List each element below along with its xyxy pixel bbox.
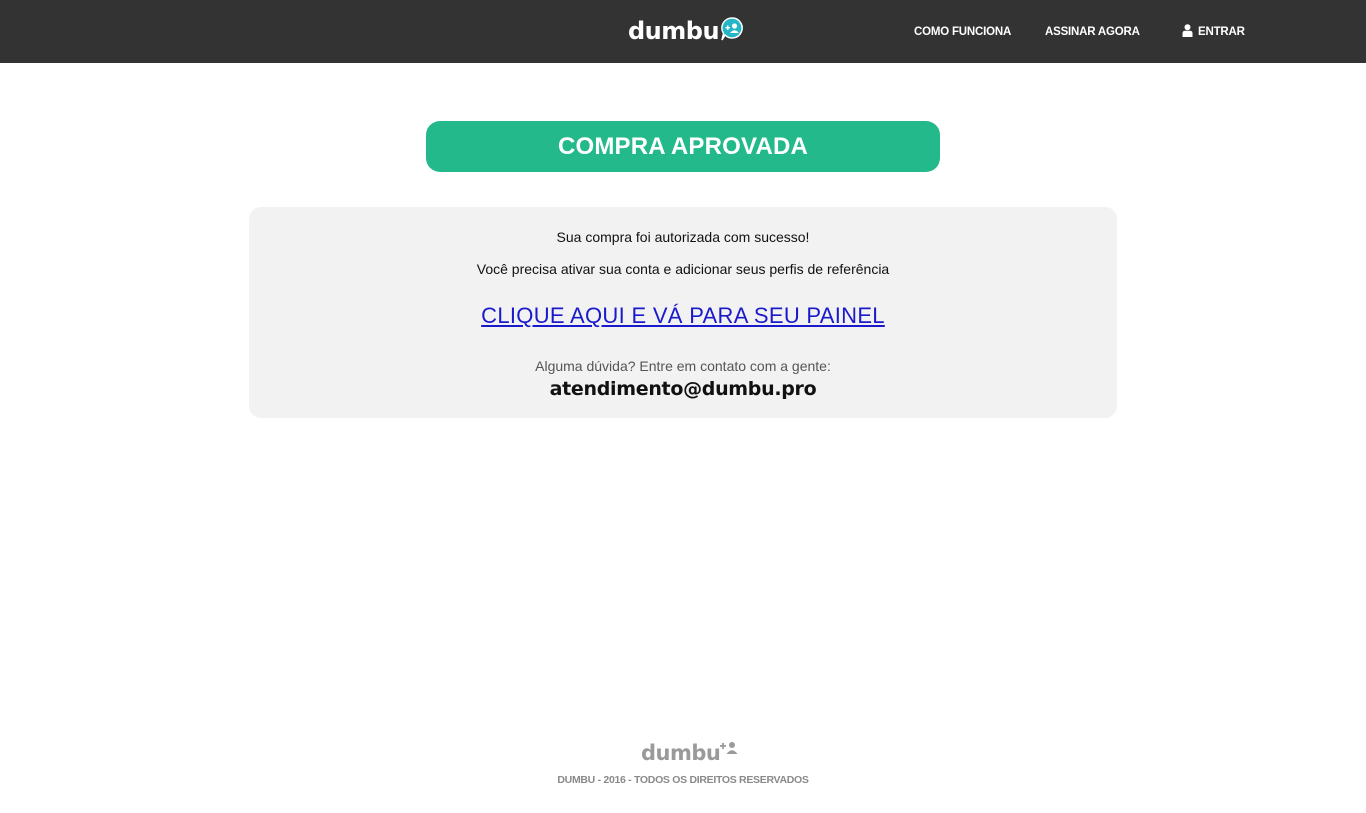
nav-entrar[interactable]: ENTRAR: [1182, 0, 1245, 63]
add-user-bubble-icon: [720, 16, 744, 47]
add-user-icon: [720, 741, 738, 762]
nav-assinar-agora[interactable]: ASSINAR AGORA: [1045, 0, 1140, 63]
dumbu-logo[interactable]: dumbu: [628, 16, 744, 47]
success-message: Sua compra foi autorizada com sucesso!: [556, 229, 810, 245]
nav-entrar-label: ENTRAR: [1198, 25, 1245, 38]
help-text: Alguma dúvida? Entre em contato com a ge…: [535, 358, 831, 374]
nav-como-funciona[interactable]: COMO FUNCIONA: [914, 0, 1011, 63]
go-to-panel-link[interactable]: CLIQUE AQUI E VÁ PARA SEU PAINEL: [249, 303, 1117, 329]
footer-logo-text: dumbu: [641, 741, 721, 765]
top-navigation-bar: dumbu COMO FUNCIONA ASSINAR AGORA ENTRAR: [0, 0, 1366, 63]
purchase-approved-banner: COMPRA APROVADA: [426, 121, 940, 172]
message-card: Sua compra foi autorizada com sucesso! V…: [249, 207, 1117, 418]
user-icon: [1182, 23, 1193, 40]
footer-logo: dumbu: [641, 741, 738, 765]
activation-instruction: Você precisa ativar sua conta e adiciona…: [476, 261, 890, 277]
logo-text: dumbu: [628, 17, 720, 45]
footer-copyright: DUMBU - 2016 - TODOS OS DIREITOS RESERVA…: [557, 774, 809, 786]
support-email[interactable]: atendimento@dumbu.pro: [249, 378, 1117, 400]
